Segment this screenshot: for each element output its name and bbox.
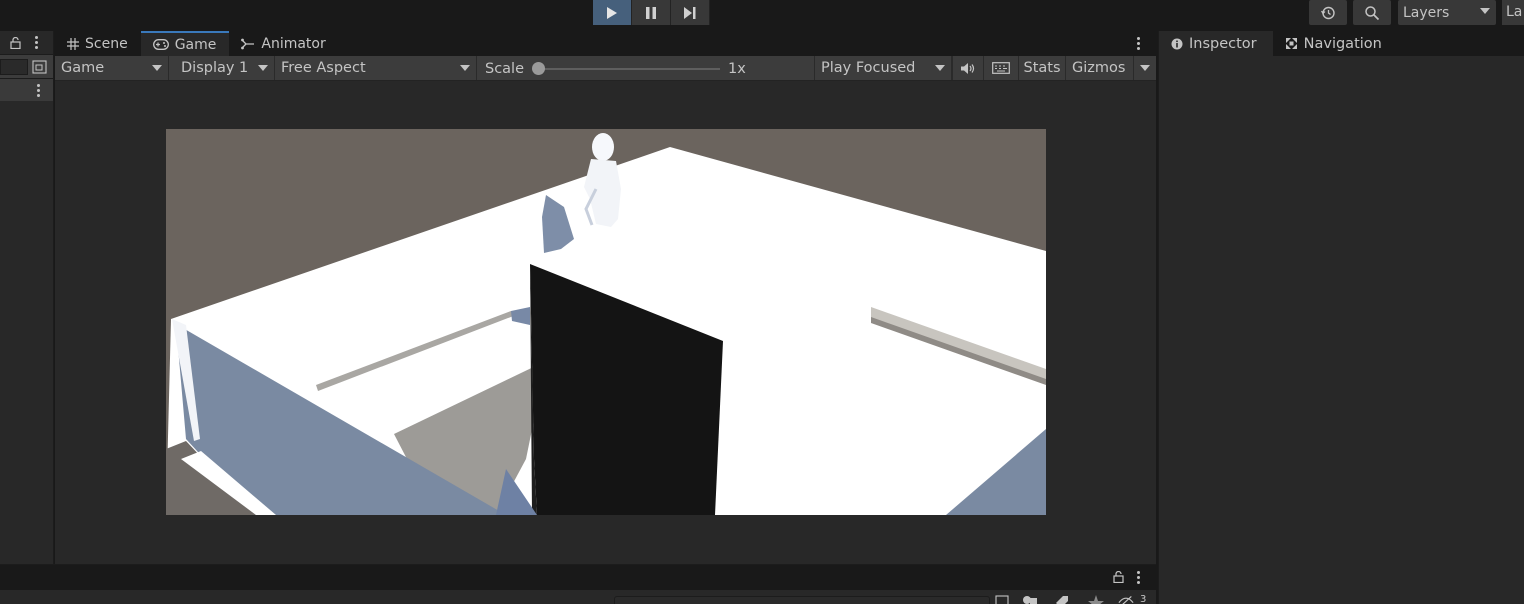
display-label: Display 1 [181,60,249,76]
pause-icon [646,6,656,19]
shortcuts-button[interactable] [983,56,1018,80]
game-render-image [166,129,1046,515]
scale-slider-handle[interactable] [532,62,545,75]
more-options-icon[interactable] [35,36,39,51]
chevron-down-icon [258,65,268,71]
tab-scene[interactable]: Scene [55,31,141,56]
hidden-count: 3 [1140,594,1147,604]
step-button[interactable] [671,0,710,25]
game-view-toolbar: Game Display 1 Free Aspect Scale 1x Play… [55,56,1156,81]
gamepad-icon [152,39,169,50]
history-icon [1320,6,1335,19]
gizmos-dropdown[interactable] [1133,56,1156,80]
scene-options-icon[interactable] [37,84,41,99]
display-mode-dropdown[interactable]: Game [55,56,169,80]
filter-type-icon[interactable] [1022,595,1038,604]
bottom-tab-row [0,565,1156,590]
game-view-panel: Scene Game Animator Game Display 1 Free … [55,31,1156,564]
view-tabs: Scene Game Animator [55,31,1156,56]
tab-animator-label: Animator [261,35,326,52]
play-mode-dropdown[interactable]: Play Focused [814,56,952,80]
visibility-icon[interactable] [1118,595,1134,604]
layers-label: Layers [1403,4,1450,21]
layout-label: La [1506,4,1523,20]
play-mode-label: Play Focused [821,60,916,76]
tab-animator[interactable]: Animator [229,31,338,56]
display-mode-label: Game [61,60,105,76]
navigation-icon [1285,38,1297,49]
favorite-icon[interactable] [1088,595,1104,604]
scale-value: 1x [728,61,746,77]
lock-icon[interactable] [1113,571,1124,583]
maximize-icon[interactable] [32,60,47,74]
aspect-dropdown[interactable]: Free Aspect [275,56,477,80]
hierarchy-scene-row[interactable] [0,79,53,101]
chevron-down-icon [152,65,162,71]
tab-game-label: Game [174,36,217,53]
bottom-panel: 3 [0,564,1156,604]
tab-scene-label: Scene [85,35,128,52]
step-icon [684,6,696,19]
info-icon [1171,38,1183,49]
play-button[interactable] [593,0,632,25]
inspector-panel: Inspector Navigation [1158,31,1524,604]
chevron-down-icon [460,65,470,71]
scale-label: Scale [485,61,525,77]
mute-audio-button[interactable] [952,56,983,80]
game-viewport[interactable] [166,129,1046,515]
chevron-down-icon [935,65,945,71]
search-maximize-icon[interactable] [994,595,1010,604]
pause-button[interactable] [632,0,671,25]
hierarchy-panel [0,31,54,564]
chevron-down-icon [1480,8,1490,14]
history-button[interactable] [1309,0,1347,25]
play-icon [607,6,617,19]
playmode-controls [593,0,710,25]
display-dropdown[interactable]: Display 1 [175,56,275,80]
gizmos-label: Gizmos [1072,60,1126,76]
grid-icon [67,37,79,50]
inspector-tabs: Inspector Navigation [1159,31,1524,56]
tab-navigation[interactable]: Navigation [1273,31,1398,56]
layers-dropdown[interactable]: Layers [1398,0,1496,25]
layout-dropdown[interactable]: La [1502,0,1524,25]
animator-icon [241,38,255,49]
lock-icon[interactable] [10,37,21,49]
stats-label: Stats [1023,60,1061,76]
aspect-label: Free Aspect [281,60,366,76]
keyboard-icon [992,62,1010,74]
chevron-down-icon [1140,65,1150,71]
bottom-options-icon[interactable] [1137,571,1141,586]
speaker-icon [961,62,975,74]
stats-button[interactable]: Stats [1018,56,1065,80]
search-icon [1365,5,1380,20]
search-button[interactable] [1353,0,1391,25]
scale-slider-track[interactable] [538,68,720,70]
tab-inspector-label: Inspector [1189,35,1257,52]
tab-inspector[interactable]: Inspector [1159,31,1273,56]
main-toolbar: Layers La [0,0,1524,30]
label-icon[interactable] [1054,595,1070,604]
tab-navigation-label: Navigation [1303,35,1382,52]
hierarchy-tab-row [0,31,53,55]
gizmos-button[interactable]: Gizmos [1065,56,1133,80]
hierarchy-search-input[interactable] [0,59,28,75]
hierarchy-search-row [0,55,53,79]
game-view-options-icon[interactable] [1137,37,1141,52]
project-search-input[interactable] [614,596,990,604]
tab-game[interactable]: Game [140,31,230,56]
